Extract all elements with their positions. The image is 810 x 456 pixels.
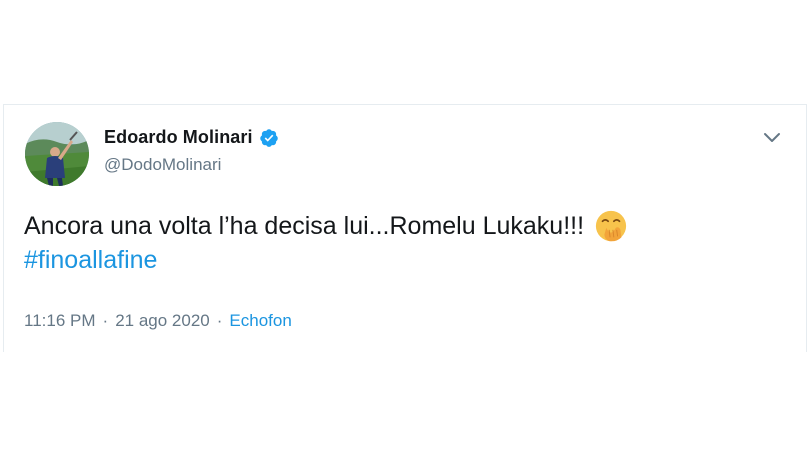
name-row: Edoardo Molinari bbox=[104, 127, 279, 148]
source-link[interactable]: Echofon bbox=[229, 311, 291, 331]
verified-badge-icon bbox=[259, 128, 278, 147]
display-name[interactable]: Edoardo Molinari bbox=[104, 127, 253, 148]
avatar-photo bbox=[25, 122, 89, 186]
handle[interactable]: @DodoMolinari bbox=[104, 155, 221, 175]
tweet-date[interactable]: 21 ago 2020 bbox=[115, 311, 210, 331]
meta-separator: · bbox=[102, 311, 109, 330]
avatar[interactable] bbox=[25, 122, 89, 186]
tweet-text-line: Ancora una volta l’ha decisa lui...Romel… bbox=[24, 209, 784, 243]
tweet-time[interactable]: 11:16 PM bbox=[24, 311, 96, 331]
chevron-down-icon[interactable] bbox=[760, 125, 784, 149]
tweet-hashtag-line: #finoallafine bbox=[24, 243, 784, 277]
tweet-card: Edoardo Molinari @DodoMolinari Ancora un… bbox=[3, 104, 807, 352]
tweet-text: Ancora una volta l’ha decisa lui...Romel… bbox=[24, 209, 784, 277]
hashtag-link[interactable]: #finoallafine bbox=[24, 243, 157, 277]
tweet-body-text: Ancora una volta l’ha decisa lui...Romel… bbox=[24, 212, 585, 240]
meta-separator: · bbox=[216, 311, 223, 330]
tweet-meta: 11:16 PM · 21 ago 2020 · Echofon bbox=[24, 311, 292, 331]
face-with-hand-over-mouth-emoji bbox=[595, 210, 627, 242]
